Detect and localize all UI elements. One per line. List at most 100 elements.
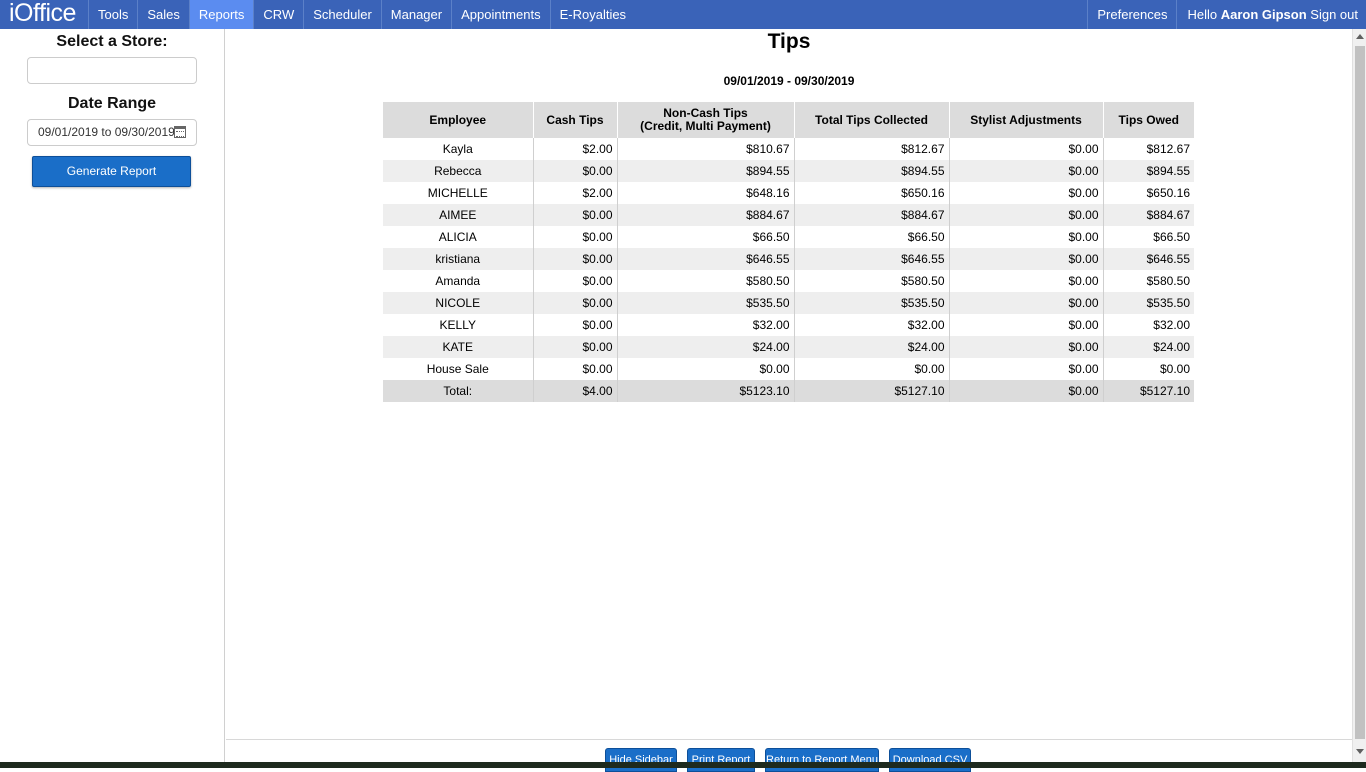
- cell-stylist-adjustments: $0.00: [949, 336, 1104, 358]
- table-row: KELLY $0.00 $32.00 $32.00 $0.00 $32.00: [383, 314, 1194, 336]
- cell-non-cash-tips: $32.00: [617, 314, 795, 336]
- cell-total-tips: $580.50: [794, 270, 950, 292]
- report-area: Tips 09/01/2019 - 09/30/2019 Employee Ca…: [226, 29, 1352, 772]
- cell-total-tips: $32.00: [794, 314, 950, 336]
- col-non-cash-tips-sub: (Credit, Multi Payment): [640, 119, 771, 133]
- download-csv-button[interactable]: Download CSV: [889, 748, 971, 772]
- cell-cash-tips: $0.00: [533, 270, 618, 292]
- cell-tips-owed: $535.50: [1103, 292, 1194, 314]
- col-total-tips: Total Tips Collected: [794, 102, 950, 138]
- nav-appointments[interactable]: Appointments: [451, 0, 550, 29]
- col-non-cash-tips-label: Non-Cash Tips: [663, 106, 748, 120]
- cell-cash-tips: $0.00: [533, 226, 618, 248]
- cell-employee: Rebecca: [383, 160, 534, 182]
- date-range-heading: Date Range: [67, 95, 157, 112]
- table-row: MICHELLE $2.00 $648.16 $650.16 $0.00 $650.16: [383, 182, 1194, 204]
- top-nav: iOffice Tools Sales Reports CRW Schedule…: [0, 0, 1366, 29]
- cell-employee: kristiana: [383, 248, 534, 270]
- app-logo[interactable]: iOffice: [0, 0, 88, 29]
- cell-total-tips: $646.55: [794, 248, 950, 270]
- cell-stylist-adjustments: $0.00: [949, 226, 1104, 248]
- cell-employee: KATE: [383, 336, 534, 358]
- nav-manager[interactable]: Manager: [380, 0, 451, 29]
- total-employee: Total:: [383, 380, 534, 402]
- table-row: Amanda $0.00 $580.50 $580.50 $0.00 $580.50: [383, 270, 1194, 292]
- cell-stylist-adjustments: $0.00: [949, 358, 1104, 380]
- nav-reports[interactable]: Reports: [188, 0, 254, 29]
- total-total-tips: $5127.10: [794, 380, 950, 402]
- col-employee: Employee: [383, 102, 534, 138]
- cell-stylist-adjustments: $0.00: [949, 292, 1104, 314]
- cell-stylist-adjustments: $0.00: [949, 314, 1104, 336]
- col-tips-owed: Tips Owed: [1103, 102, 1194, 138]
- total-non-cash-tips: $5123.10: [617, 380, 795, 402]
- store-select-input[interactable]: [27, 57, 197, 84]
- calendar-icon[interactable]: [174, 126, 186, 138]
- cell-non-cash-tips: $580.50: [617, 270, 795, 292]
- cell-tips-owed: $894.55: [1103, 160, 1194, 182]
- nav-crw[interactable]: CRW: [253, 0, 303, 29]
- cell-total-tips: $650.16: [794, 182, 950, 204]
- nav-preferences[interactable]: Preferences: [1087, 0, 1176, 29]
- total-tips-owed: $5127.10: [1103, 380, 1194, 402]
- generate-report-button[interactable]: Generate Report: [32, 156, 191, 187]
- table-row: Kayla $2.00 $810.67 $812.67 $0.00 $812.67: [383, 138, 1194, 160]
- cell-stylist-adjustments: $0.00: [949, 204, 1104, 226]
- cell-tips-owed: $812.67: [1146, 142, 1190, 156]
- cell-non-cash-tips: $24.00: [617, 336, 795, 358]
- hello-text: Hello: [1187, 7, 1218, 22]
- cell-stylist-adjustments: $0.00: [949, 182, 1104, 204]
- cell-stylist-adjustments: $0.00: [949, 160, 1104, 182]
- page-title: Tips: [767, 30, 811, 53]
- nav-scheduler[interactable]: Scheduler: [303, 0, 381, 29]
- nav-tools[interactable]: Tools: [88, 0, 137, 29]
- col-cash-tips: Cash Tips: [533, 102, 618, 138]
- table-header-row: Employee Cash Tips Non-Cash Tips (Credit…: [383, 102, 1194, 138]
- cell-stylist-adjustments: $0.00: [949, 138, 1104, 160]
- cell-employee: KELLY: [383, 314, 534, 336]
- scrollbar-thumb[interactable]: [1355, 46, 1365, 739]
- cell-cash-tips: $0.00: [533, 336, 618, 358]
- cell-cash-tips: $0.00: [533, 292, 618, 314]
- cell-non-cash-tips: $0.00: [617, 358, 795, 380]
- cell-employee: House Sale: [383, 358, 534, 380]
- cell-total-tips: $66.50: [794, 226, 950, 248]
- cell-total-tips: $812.67: [794, 138, 950, 160]
- cell-non-cash-tips: $646.55: [617, 248, 795, 270]
- cell-stylist-adjustments: $0.00: [949, 248, 1104, 270]
- cell-non-cash-tips: $535.50: [617, 292, 795, 314]
- nav-sales[interactable]: Sales: [137, 0, 189, 29]
- return-to-report-menu-button[interactable]: Return to Report Menu: [765, 748, 879, 772]
- col-non-cash-tips: Non-Cash Tips (Credit, Multi Payment): [617, 102, 795, 138]
- cell-cash-tips: $2.00: [533, 138, 618, 160]
- cell-employee: NICOLE: [383, 292, 534, 314]
- cell-non-cash-tips: $894.55: [617, 160, 795, 182]
- cell-stylist-adjustments: $0.00: [949, 270, 1104, 292]
- total-cash-tips: $4.00: [533, 380, 618, 402]
- store-heading: Select a Store:: [56, 33, 168, 50]
- cell-total-tips: $884.67: [794, 204, 950, 226]
- cell-cash-tips: $2.00: [533, 182, 618, 204]
- nav-e-royalties[interactable]: E-Royalties: [549, 0, 635, 29]
- print-report-button[interactable]: Print Report: [687, 748, 755, 772]
- sign-out-link[interactable]: Sign out: [1310, 7, 1358, 22]
- sidebar: Select a Store: Date Range 09/01/2019 to…: [0, 29, 225, 768]
- user-greeting: Hello Aaron Gipson Sign out: [1176, 0, 1366, 29]
- tips-table: Employee Cash Tips Non-Cash Tips (Credit…: [383, 102, 1194, 402]
- cell-cash-tips: $0.00: [533, 314, 618, 336]
- cell-non-cash-tips: $66.50: [617, 226, 795, 248]
- cell-employee: MICHELLE: [383, 182, 534, 204]
- cell-cash-tips: $0.00: [533, 204, 618, 226]
- scroll-up-arrow-icon[interactable]: [1356, 34, 1364, 39]
- table-row: Rebecca $0.00 $894.55 $894.55 $0.00 $894.55: [383, 160, 1194, 182]
- cell-tips-owed: $0.00: [1159, 362, 1190, 376]
- cell-tips-owed: $580.50: [1146, 274, 1190, 288]
- hide-sidebar-button[interactable]: Hide Sidebar: [605, 748, 677, 772]
- cell-cash-tips: $0.00: [533, 358, 618, 380]
- scroll-down-arrow-icon[interactable]: [1356, 749, 1364, 754]
- date-range-input[interactable]: 09/01/2019 to 09/30/2019: [27, 119, 197, 146]
- vertical-scrollbar[interactable]: [1352, 29, 1366, 762]
- cell-total-tips: $0.00: [794, 358, 950, 380]
- cell-tips-owed: $24.00: [1103, 336, 1194, 358]
- col-stylist-adjustments: Stylist Adjustments: [949, 102, 1104, 138]
